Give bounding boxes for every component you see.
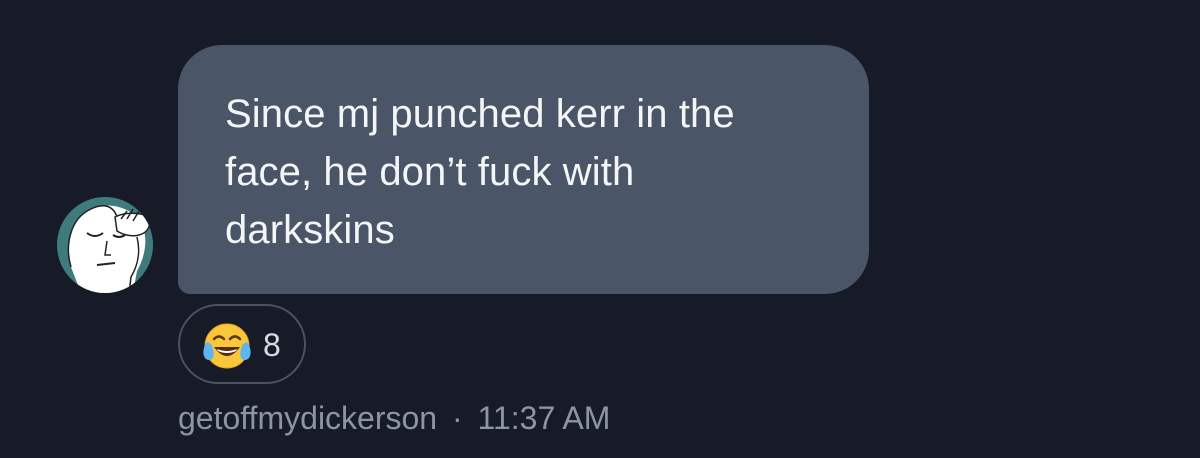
message-bubble[interactable]: Since mj punched kerr in the face, he do… (178, 45, 869, 294)
meta-separator: · (451, 400, 463, 436)
message-meta: getoffmydickerson · 11:37 AM (178, 397, 610, 439)
dm-conversation: Since mj punched kerr in the face, he do… (0, 0, 1200, 458)
sender-avatar[interactable] (57, 197, 153, 293)
message-text: Since mj punched kerr in the face, he do… (225, 92, 735, 252)
sender-username[interactable]: getoffmydickerson (178, 400, 437, 436)
message-timestamp: 11:37 AM (477, 400, 611, 436)
face-with-tears-of-joy-icon (203, 323, 251, 369)
reaction-count: 8 (263, 327, 281, 363)
reaction-pill[interactable]: 8 (178, 304, 306, 384)
meme-face-avatar-icon (57, 197, 153, 293)
